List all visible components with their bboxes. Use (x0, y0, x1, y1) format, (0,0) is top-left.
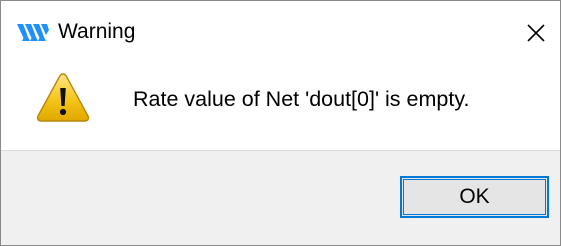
window-title: Warning (58, 20, 136, 43)
close-icon (526, 23, 546, 43)
ok-button[interactable]: OK (400, 176, 549, 218)
button-bar: OK (1, 150, 560, 245)
warning-message: Rate value of Net 'dout[0]' is empty. (133, 87, 470, 111)
app-logo-icon (16, 21, 50, 45)
close-button[interactable] (513, 10, 559, 56)
warning-dialog: Warning Rate value of Net 'dout[0]' is e… (0, 0, 561, 246)
title-bar[interactable]: Warning (1, 1, 560, 64)
warning-triangle-icon (34, 70, 92, 124)
